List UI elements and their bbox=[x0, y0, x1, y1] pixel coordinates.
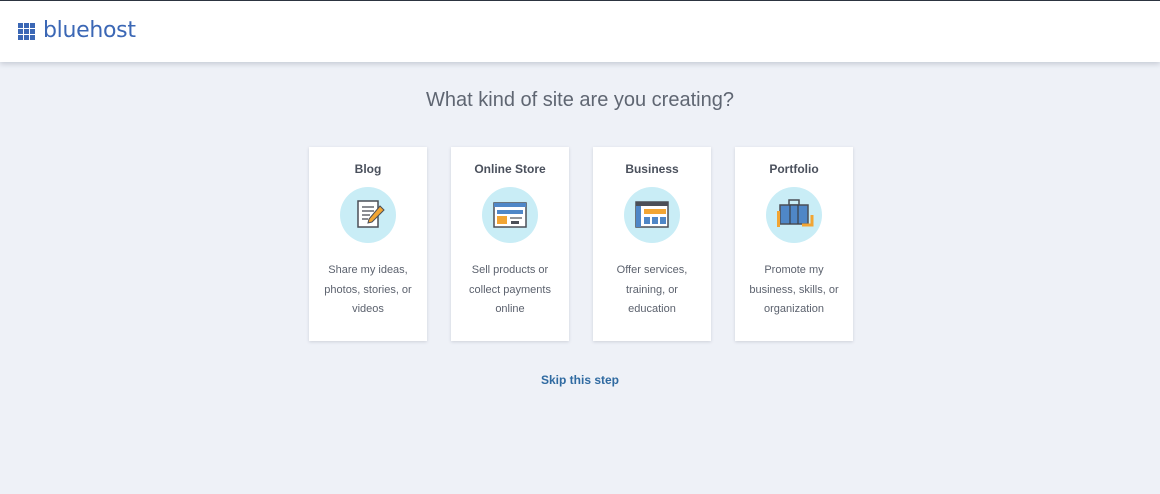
bluehost-logo[interactable]: bluehost bbox=[18, 18, 136, 43]
online-store-browser-icon bbox=[482, 187, 538, 243]
business-dashboard-icon bbox=[624, 187, 680, 243]
logo-wordmark: bluehost bbox=[43, 18, 136, 43]
card-description: Share my ideas, photos, stories, or vide… bbox=[324, 264, 412, 315]
bluehost-grid-icon bbox=[18, 22, 35, 40]
card-description: Offer services, training, or education bbox=[616, 264, 688, 315]
card-title: Business bbox=[625, 162, 679, 176]
page-title: What kind of site are you creating? bbox=[426, 89, 734, 111]
site-type-card-business[interactable]: Business Offer services, training, or ed… bbox=[593, 147, 711, 341]
card-title: Portfolio bbox=[769, 162, 819, 176]
site-type-card-portfolio[interactable]: Portfolio Promote my business, skills, o… bbox=[735, 147, 853, 341]
card-title: Blog bbox=[354, 162, 382, 176]
portfolio-briefcase-icon bbox=[766, 187, 822, 243]
skip-step-link[interactable]: Skip this step bbox=[0, 373, 1160, 387]
site-type-card-online-store[interactable]: Online Store Sell products or collect pa… bbox=[451, 147, 569, 341]
blog-notepad-pencil-icon bbox=[340, 187, 396, 243]
site-type-card-blog[interactable]: Blog Share my ideas, photos, stories, or… bbox=[309, 147, 427, 341]
card-description: Promote my business, skills, or organiza… bbox=[749, 264, 839, 315]
site-header: bluehost bbox=[0, 1, 1160, 62]
card-description: Sell products or collect payments online bbox=[469, 264, 551, 315]
card-title: Online Store bbox=[474, 162, 546, 176]
